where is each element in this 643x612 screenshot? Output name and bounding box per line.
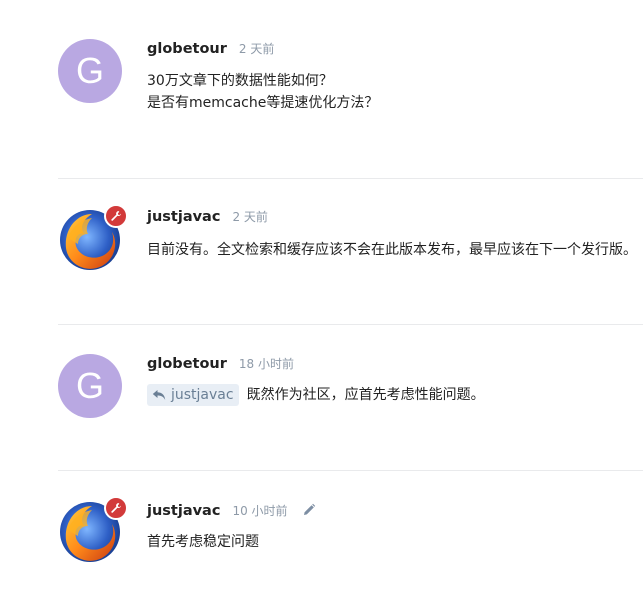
wrench-icon — [111, 503, 121, 513]
avatar[interactable] — [58, 204, 128, 272]
avatar[interactable]: G — [58, 39, 122, 103]
post-time[interactable]: 2 天前 — [232, 208, 267, 225]
reply-to-username: justjavac — [171, 387, 234, 403]
post-body: 首先考虑稳定问题 — [147, 531, 259, 553]
post-time[interactable]: 10 小时前 — [232, 502, 287, 519]
post-meta: globetour 18 小时前 — [147, 355, 294, 372]
post-text-line: 既然作为社区，应首先考虑性能问题。 — [246, 387, 485, 403]
avatar[interactable] — [58, 496, 128, 564]
post-meta: justjavac 2 天前 — [147, 208, 268, 225]
username[interactable]: globetour — [147, 356, 227, 372]
post-body: 30万文章下的数据性能如何？ 是否有memcache等提速优化方法？ — [147, 70, 378, 114]
post-body: 目前没有。全文检索和缓存应该不会在此版本发布，最早应该在下一个发行版。 — [147, 239, 637, 261]
avatar[interactable]: G — [58, 354, 122, 418]
post-stream: G globetour 2 天前 30万文章下的数据性能如何？ 是否有memca… — [0, 0, 643, 612]
post-text-line: 目前没有。全文检索和缓存应该不会在此版本发布，最早应该在下一个发行版。 — [147, 242, 637, 258]
post-time[interactable]: 2 天前 — [239, 40, 274, 57]
moderator-badge — [104, 204, 128, 228]
post-text-line: 是否有memcache等提速优化方法？ — [147, 95, 379, 111]
pencil-icon[interactable] — [302, 502, 316, 516]
post-meta: globetour 2 天前 — [147, 40, 274, 57]
divider — [58, 324, 643, 325]
divider — [58, 470, 643, 471]
post-meta: justjavac 10 小时前 — [147, 500, 316, 519]
post-body: justjavac 既然作为社区，应首先考虑性能问题。 — [147, 384, 485, 406]
moderator-badge — [104, 496, 128, 520]
username[interactable]: justjavac — [147, 503, 220, 519]
reply-arrow-icon — [152, 390, 166, 400]
divider — [58, 178, 643, 179]
post-time[interactable]: 18 小时前 — [239, 355, 294, 372]
wrench-icon — [111, 211, 121, 221]
username[interactable]: justjavac — [147, 209, 220, 225]
post-text-line: 首先考虑稳定问题 — [147, 534, 259, 550]
username[interactable]: globetour — [147, 41, 227, 57]
post-text-line: 30万文章下的数据性能如何？ — [147, 73, 333, 89]
reply-to-chip[interactable]: justjavac — [147, 384, 239, 406]
